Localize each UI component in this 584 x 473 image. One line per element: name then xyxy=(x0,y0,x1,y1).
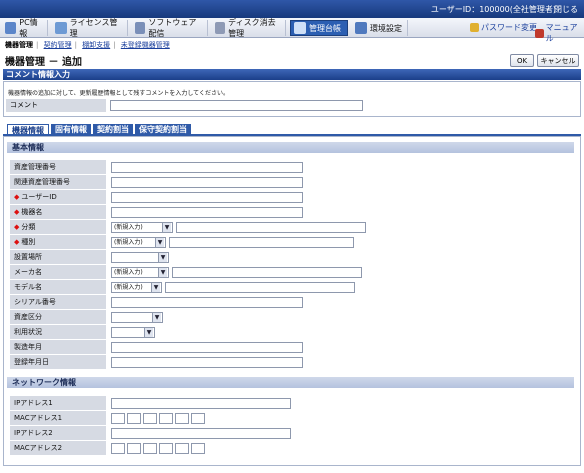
mac1-octet-3[interactable] xyxy=(143,413,157,424)
nav-disk[interactable]: ディスク消去管理 xyxy=(212,18,286,38)
license-icon xyxy=(55,22,67,34)
field-label: 資産区分 xyxy=(10,310,106,324)
chevron-down-icon: ▼ xyxy=(155,238,164,247)
comment-panel: 機器情報の追加に対して、更新履歴情報として残すコメントを入力してください。 コメ… xyxy=(3,81,581,117)
maker-select[interactable]: (新規入力) ▼ xyxy=(111,267,169,278)
field-label: MACアドレス2 xyxy=(10,441,106,455)
chevron-down-icon: ▼ xyxy=(151,283,160,292)
serial-input[interactable] xyxy=(111,297,303,308)
manual-link[interactable]: マニュアル xyxy=(535,22,584,44)
mac1-octet-1[interactable] xyxy=(111,413,125,424)
type-input[interactable] xyxy=(169,237,354,248)
nav-software[interactable]: ソフトウェア配信 xyxy=(132,18,208,38)
user-id-input[interactable] xyxy=(111,192,303,203)
chevron-down-icon: ▼ xyxy=(158,253,167,262)
top-bar: ユーザーID：100000(全社管理者) 閉じる xyxy=(0,0,584,18)
password-change-link[interactable]: パスワード変更 xyxy=(470,22,537,33)
software-icon xyxy=(135,22,146,34)
nav-ledger[interactable]: 管理台帳 xyxy=(290,20,348,36)
mac2-octet-5[interactable] xyxy=(175,443,189,454)
field-label: ◆ 分類 xyxy=(10,220,106,234)
pc-icon xyxy=(5,22,17,34)
asset-number-input[interactable] xyxy=(111,162,303,173)
main-nav: PC情報 ライセンス管理 ソフトウェア配信 ディスク消去管理 管理台帳 環境設定… xyxy=(0,18,584,43)
basic-info-header: 基本情報 xyxy=(7,142,574,153)
usage-status-select[interactable]: ▼ xyxy=(111,327,155,338)
settings-icon xyxy=(355,22,367,34)
mac2-octet-1[interactable] xyxy=(111,443,125,454)
required-mark: ◆ xyxy=(14,223,20,231)
mac1-octet-2[interactable] xyxy=(127,413,141,424)
field-label: IPアドレス2 xyxy=(10,426,106,440)
field-label: シリアル番号 xyxy=(10,295,106,309)
device-name-input[interactable] xyxy=(111,207,303,218)
mac1-octet-5[interactable] xyxy=(175,413,189,424)
cancel-button[interactable]: キャンセル xyxy=(537,54,579,67)
field-label: MACアドレス1 xyxy=(10,411,106,425)
field-label: メーカ名 xyxy=(10,265,106,279)
required-mark: ◆ xyxy=(14,238,20,246)
field-label: ◆ 機器名 xyxy=(10,205,106,219)
subnav-device[interactable]: 機器管理 xyxy=(5,41,33,49)
disk-icon xyxy=(215,22,226,34)
ip2-input[interactable] xyxy=(111,428,291,439)
mac2-octet-3[interactable] xyxy=(143,443,157,454)
category-input[interactable] xyxy=(176,222,366,233)
subnav-inventory[interactable]: 棚卸支援 xyxy=(82,41,110,49)
network-info-header: ネットワーク情報 xyxy=(7,377,574,388)
field-label: 関連資産管理番号 xyxy=(10,175,106,189)
sub-nav: 機器管理 | 契約管理 | 棚卸支援 | 未登録機器管理 xyxy=(5,41,170,49)
type-select[interactable]: (新規入力) ▼ xyxy=(111,237,166,248)
mac2-octet-2[interactable] xyxy=(127,443,141,454)
ledger-icon xyxy=(294,22,306,34)
ok-button[interactable]: OK xyxy=(510,54,534,67)
nav-pc-info[interactable]: PC情報 xyxy=(2,18,48,38)
key-icon xyxy=(470,23,479,32)
comment-note: 機器情報の追加に対して、更新履歴情報として残すコメントを入力してください。 xyxy=(8,90,229,97)
subnav-unregistered[interactable]: 未登録機器管理 xyxy=(121,41,170,49)
field-label: 利用状況 xyxy=(10,325,106,339)
comment-label: コメント xyxy=(6,99,106,112)
mac2-octet-6[interactable] xyxy=(191,443,205,454)
field-label: 資産管理番号 xyxy=(10,160,106,174)
field-label: 設置場所 xyxy=(10,250,106,264)
book-icon xyxy=(535,28,544,38)
maker-input[interactable] xyxy=(172,267,362,278)
model-input[interactable] xyxy=(165,282,355,293)
category-select[interactable]: (新規入力) ▼ xyxy=(111,222,173,233)
registration-date-input[interactable] xyxy=(111,357,303,368)
chevron-down-icon: ▼ xyxy=(152,313,161,322)
field-label: 登録年月日 xyxy=(10,355,106,369)
field-label: ◆ 種別 xyxy=(10,235,106,249)
subnav-contract[interactable]: 契約管理 xyxy=(44,41,72,49)
mac1-octet-6[interactable] xyxy=(191,413,205,424)
comment-input[interactable] xyxy=(110,100,363,111)
chevron-down-icon: ▼ xyxy=(158,268,167,277)
nav-license[interactable]: ライセンス管理 xyxy=(52,18,128,38)
field-label: モデル名 xyxy=(10,280,106,294)
mac1-octet-4[interactable] xyxy=(159,413,173,424)
field-label: ◆ ユーザーID xyxy=(10,190,106,204)
close-link[interactable]: 閉じる xyxy=(554,4,578,15)
required-mark: ◆ xyxy=(14,208,20,216)
required-mark: ◆ xyxy=(14,193,20,201)
mac2-octet-4[interactable] xyxy=(159,443,173,454)
related-asset-number-input[interactable] xyxy=(111,177,303,188)
chevron-down-icon: ▼ xyxy=(162,223,171,232)
asset-class-select[interactable]: ▼ xyxy=(111,312,163,323)
chevron-down-icon: ▼ xyxy=(144,328,153,337)
nav-settings[interactable]: 環境設定 xyxy=(352,20,408,36)
location-select[interactable]: ▼ xyxy=(111,252,169,263)
comment-header: コメント情報入力 xyxy=(3,69,581,80)
manufacture-date-input[interactable] xyxy=(111,342,303,353)
model-select[interactable]: (新規入力) ▼ xyxy=(111,282,162,293)
field-label: 製造年月 xyxy=(10,340,106,354)
page-title: 機器管理 － 追加 xyxy=(5,57,82,68)
user-id-label: ユーザーID：100000(全社管理者) xyxy=(430,5,556,14)
ip1-input[interactable] xyxy=(111,398,291,409)
field-label: IPアドレス1 xyxy=(10,396,106,410)
